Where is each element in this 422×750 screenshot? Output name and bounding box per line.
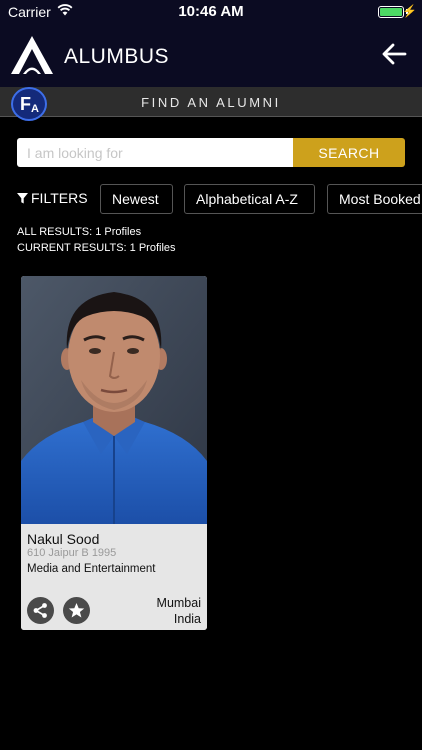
filters-button[interactable]: FILTERS: [17, 190, 88, 206]
find-alumni-badge-icon: F A: [11, 87, 47, 121]
clock: 10:46 AM: [178, 3, 244, 20]
battery-icon: [378, 6, 404, 18]
section-band: FIND AN ALUMNI: [0, 87, 422, 117]
filter-funnel-icon: [17, 193, 28, 204]
current-results-count: CURRENT RESULTS: 1 Profiles: [17, 242, 176, 254]
badge-letter-f: F: [20, 94, 31, 114]
filter-chip-alphabetical[interactable]: Alphabetical A-Z: [184, 184, 315, 214]
app-title: ALUMBUS: [64, 45, 170, 68]
share-icon: [33, 603, 47, 618]
profile-name: Nakul Sood: [27, 531, 100, 547]
status-bar: Carrier 10:46 AM ⚡: [0, 0, 422, 24]
all-results-count: ALL RESULTS: 1 Profiles: [17, 226, 142, 238]
search-input[interactable]: [17, 138, 293, 167]
profile-city: Mumbai: [156, 596, 201, 610]
share-button[interactable]: [27, 597, 54, 624]
filters-label: FILTERS: [31, 190, 88, 206]
back-arrow-icon[interactable]: [380, 40, 408, 68]
badge-letter-a: A: [31, 103, 39, 115]
favorite-button[interactable]: [63, 597, 90, 624]
profile-info: Nakul Sood 610 Jaipur B 1995 Media and E…: [21, 524, 207, 630]
search-button[interactable]: SEARCH: [293, 138, 405, 167]
app-header: ALUMBUS: [0, 24, 422, 87]
battery-fill: [380, 8, 402, 16]
filter-chip-most-booked[interactable]: Most Booked: [327, 184, 422, 214]
page-title: FIND AN ALUMNI: [141, 95, 281, 110]
profile-country: India: [173, 612, 201, 626]
profile-photo: [21, 276, 207, 524]
profile-industry: Media and Entertainment: [27, 563, 156, 575]
profile-card[interactable]: Nakul Sood 610 Jaipur B 1995 Media and E…: [21, 276, 207, 630]
charging-bolt-icon: ⚡: [402, 4, 417, 18]
profile-batch: 610 Jaipur B 1995: [27, 547, 117, 559]
alumbus-logo-icon: [11, 36, 53, 74]
filter-chip-newest[interactable]: Newest: [100, 184, 173, 214]
star-icon: [68, 603, 85, 618]
